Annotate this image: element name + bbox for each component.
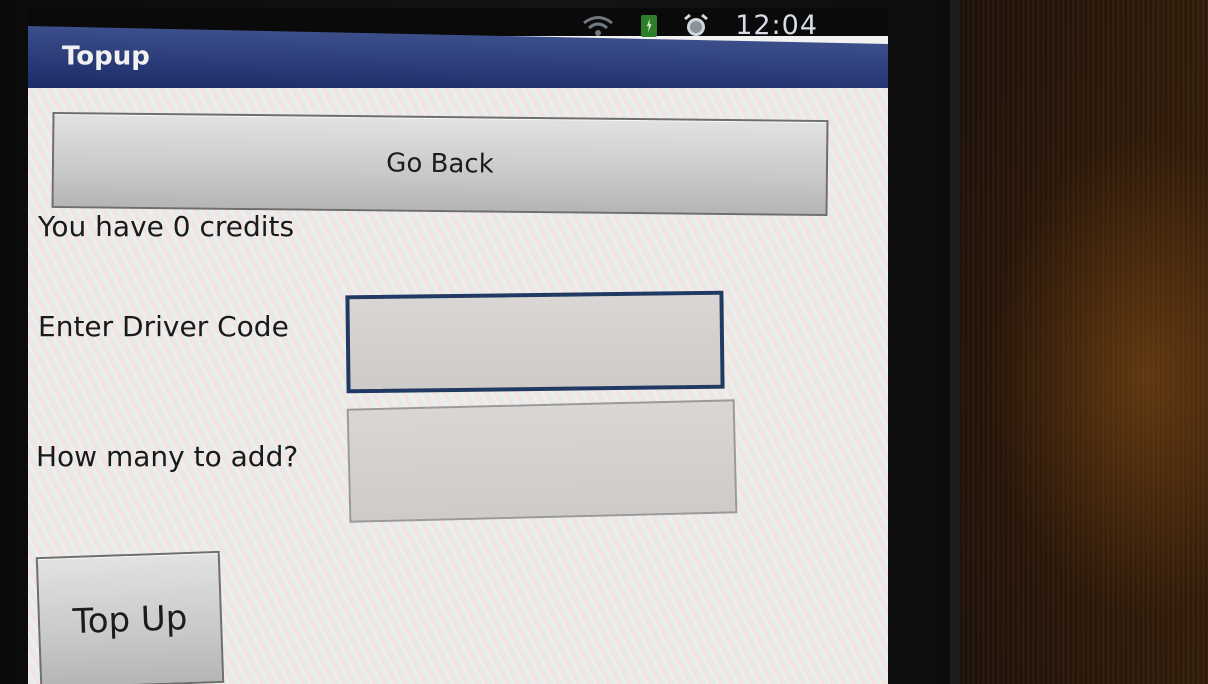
amount-field[interactable] [346, 399, 738, 523]
alarm-icon [684, 13, 709, 36]
status-icons: 12:04 [581, 10, 818, 41]
driver-code-field[interactable] [345, 290, 725, 394]
credits-text: You have 0 credits [38, 210, 295, 243]
driver-code-label: Enter Driver Code [38, 310, 289, 343]
top-up-button[interactable]: Top Up [35, 550, 225, 684]
phone-bezel: 12:04 Topup Go Back You have 0 credits E… [0, 0, 960, 684]
wifi-icon [583, 15, 614, 36]
amount-label: How many to add? [36, 440, 299, 473]
status-time: 12:04 [735, 10, 818, 41]
app-title: Topup [62, 41, 150, 72]
battery-charging-icon [641, 14, 658, 37]
phone-screen: 12:04 Topup Go Back You have 0 credits E… [28, 8, 888, 684]
go-back-button[interactable]: Go Back [51, 111, 829, 217]
topup-form: Go Back You have 0 credits Enter Driver … [28, 88, 888, 684]
